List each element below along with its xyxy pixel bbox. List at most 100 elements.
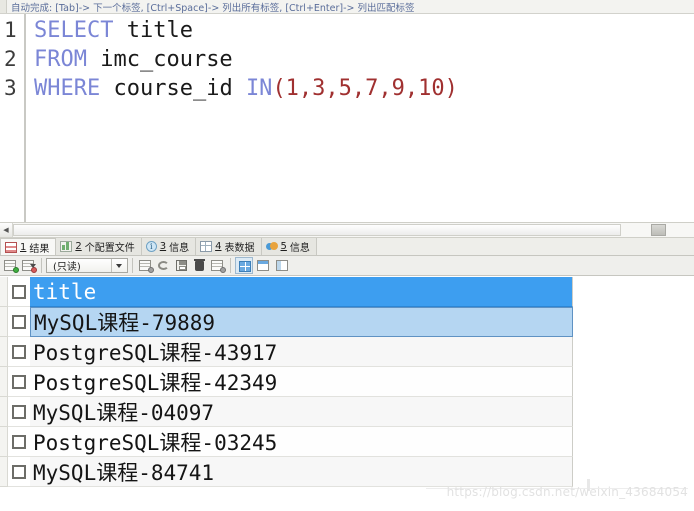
chart-info-icon — [265, 241, 278, 252]
row-gutter — [0, 307, 8, 337]
form-view-icon — [257, 260, 269, 271]
text-view-icon — [276, 260, 288, 271]
cell-title[interactable]: MySQL课程-04097 — [30, 397, 573, 427]
tab-number: 5 — [280, 241, 287, 252]
table-row[interactable]: MySQL课程-04097 — [0, 397, 694, 427]
add-record-button[interactable] — [2, 257, 19, 274]
result-tab-strip[interactable]: 1 结果 2 个配置文件 i 3 信息 4 表数据 5 信息 — [0, 238, 694, 256]
row-gutter — [0, 397, 8, 427]
refresh-button[interactable] — [137, 257, 154, 274]
row-gutter — [0, 277, 8, 307]
row-checkbox-cell[interactable] — [8, 307, 30, 337]
scrollbar-thumb[interactable] — [13, 224, 621, 236]
grid-empty-space — [573, 337, 694, 367]
sql-keyword-in: IN — [245, 76, 273, 101]
row-gutter — [0, 367, 8, 397]
row-checkbox[interactable] — [12, 314, 26, 329]
row-gutter — [0, 427, 8, 457]
row-checkbox-cell[interactable] — [8, 457, 30, 487]
line-number: 3 — [4, 76, 17, 100]
magnifier-dot-icon — [148, 267, 154, 273]
sql-editor[interactable]: 1 2 3 SELECT title FROM imc_course WHERE… — [0, 14, 694, 222]
tab-status-info[interactable]: 5 信息 — [261, 238, 317, 255]
result-grid[interactable]: title MySQL课程-79889 PostgreSQL课程-43917 P… — [0, 277, 694, 511]
sql-in-list: (1,3,5,7,9,10) — [272, 76, 458, 101]
grid-view-icon — [239, 261, 251, 272]
row-checkbox[interactable] — [12, 344, 26, 359]
tab-profile[interactable]: 2 个配置文件 — [56, 238, 142, 255]
scroll-left-arrow-icon[interactable]: ◀ — [0, 223, 13, 237]
text-view-button[interactable] — [273, 257, 291, 274]
tab-number: 1 — [20, 241, 27, 253]
cell-title[interactable]: MySQL课程-79889 — [30, 307, 573, 337]
sql-line-2: FROM imc_course — [34, 45, 694, 74]
line-number: 1 — [4, 18, 17, 42]
column-header-title[interactable]: title — [30, 277, 573, 307]
cell-title[interactable]: PostgreSQL课程-03245 — [30, 427, 573, 457]
row-checkbox-cell[interactable] — [8, 397, 30, 427]
cell-title[interactable]: MySQL课程-84741 — [30, 457, 573, 487]
autocomplete-hint-text: 自动完成: [Tab]-> 下一个标签, [Ctrl+Space]-> 列出所有… — [11, 2, 415, 14]
row-checkbox[interactable] — [12, 464, 26, 479]
magnifier-dot-icon — [220, 267, 226, 273]
revert-button[interactable] — [155, 257, 172, 274]
sql-code-area[interactable]: SELECT title FROM imc_course WHERE cours… — [26, 14, 694, 222]
scrollbar-thumb-right[interactable] — [651, 224, 666, 236]
delete-record-button[interactable] — [20, 257, 37, 274]
grid-empty-space — [573, 367, 694, 397]
tab-label: 表数据 — [224, 243, 255, 254]
tab-results[interactable]: 1 结果 — [0, 238, 57, 255]
grid-empty-space — [573, 457, 694, 487]
tab-number: 2 — [75, 241, 82, 252]
cell-title[interactable]: PostgreSQL课程-42349 — [30, 367, 573, 397]
info-icon: i — [145, 241, 157, 252]
row-checkbox-cell[interactable] — [8, 337, 30, 367]
scrollbar-track[interactable] — [13, 223, 694, 237]
cell-title[interactable]: PostgreSQL课程-43917 — [30, 337, 573, 367]
sql-line-3: WHERE course_id IN(1,3,5,7,9,10) — [34, 74, 694, 103]
sql-keyword: SELECT — [34, 18, 114, 43]
grid-options-button[interactable] — [209, 257, 226, 274]
tab-number: 4 — [215, 241, 222, 252]
grid-empty-space — [573, 307, 694, 337]
select-all-checkbox[interactable] — [12, 284, 26, 299]
row-checkbox[interactable] — [12, 404, 26, 419]
tab-number: 3 — [159, 241, 167, 252]
sql-identifier: course_id — [100, 76, 246, 101]
sql-line-1: SELECT title — [34, 16, 694, 45]
row-checkbox-cell[interactable] — [8, 427, 30, 457]
sql-identifier: imc_course — [86, 47, 233, 72]
grid-mode-dropdown[interactable]: (只读) — [46, 258, 128, 273]
form-view-button[interactable] — [254, 257, 272, 274]
table-row[interactable]: PostgreSQL课程-42349 — [0, 367, 694, 397]
grid-results-icon — [5, 241, 17, 253]
row-checkbox[interactable] — [12, 434, 26, 449]
chevron-down-icon[interactable] — [30, 264, 36, 268]
line-number: 2 — [4, 47, 17, 71]
grid-header-row[interactable]: title — [0, 277, 694, 307]
grid-empty-space — [573, 397, 694, 427]
grid-mode-value: (只读) — [53, 262, 81, 273]
trash-icon — [194, 259, 205, 271]
grid-empty-space — [573, 277, 694, 307]
grid-empty-space — [573, 427, 694, 457]
grid-toolbar[interactable]: (只读) — [0, 256, 694, 276]
floppy-save-icon — [176, 260, 187, 271]
row-checkbox[interactable] — [12, 374, 26, 389]
delete-row-button[interactable] — [191, 257, 208, 274]
grid-view-button[interactable] — [235, 257, 253, 274]
editor-horizontal-scrollbar[interactable]: ◀ — [0, 222, 694, 238]
table-row[interactable]: PostgreSQL课程-03245 — [0, 427, 694, 457]
tab-info[interactable]: i 3 信息 — [141, 238, 197, 255]
chevron-down-icon[interactable] — [111, 259, 125, 272]
table-row[interactable]: MySQL课程-79889 — [0, 307, 694, 337]
header-checkbox-cell[interactable] — [8, 277, 30, 307]
editor-line-number-gutter: 1 2 3 — [0, 14, 26, 222]
profile-icon — [60, 241, 73, 252]
save-button[interactable] — [173, 257, 190, 274]
row-checkbox-cell[interactable] — [8, 367, 30, 397]
toolbar-separator — [230, 258, 231, 273]
tab-table-data[interactable]: 4 表数据 — [196, 238, 262, 255]
autocomplete-hint-bar: 自动完成: [Tab]-> 下一个标签, [Ctrl+Space]-> 列出所有… — [0, 0, 694, 14]
table-row[interactable]: PostgreSQL课程-43917 — [0, 337, 694, 367]
